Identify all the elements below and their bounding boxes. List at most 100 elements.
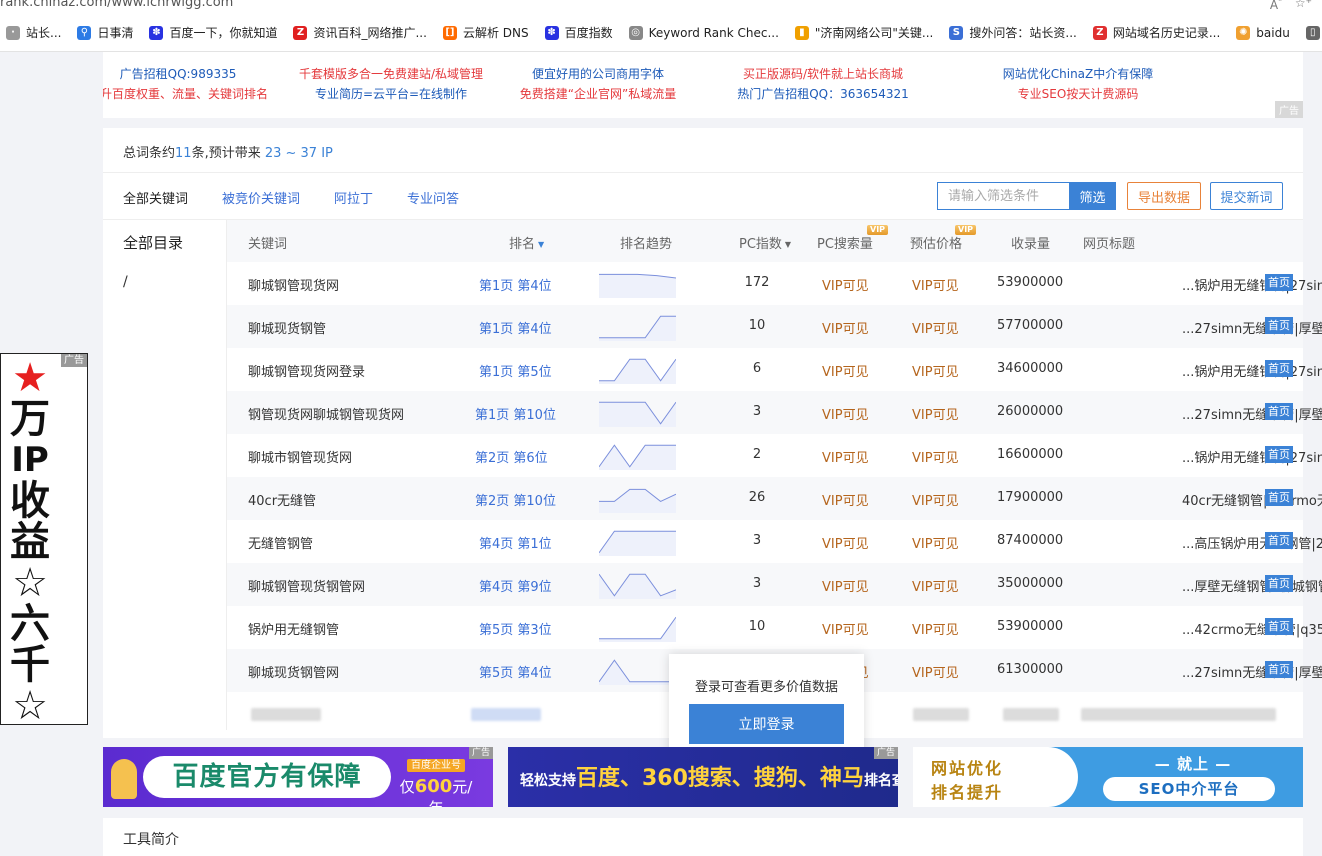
bookmark-item[interactable]: [] 云解析 DNS <box>442 24 529 41</box>
price-cell[interactable]: VIP可见 <box>912 275 959 294</box>
price-cell[interactable]: VIP可见 <box>912 490 959 509</box>
price-cell[interactable]: VIP可见 <box>912 619 959 638</box>
keyword-cell[interactable]: 聊城钢管现货网登录 <box>248 361 365 380</box>
keyword-cell[interactable]: 聊城现货钢管 <box>248 318 326 337</box>
price-cell[interactable]: VIP可见 <box>912 533 959 552</box>
baidu-banner-ad[interactable]: 百度官方有保障 百度企业号 仅600元/年 广告 <box>103 747 493 807</box>
price-cell[interactable]: VIP可见 <box>912 361 959 380</box>
address-bar[interactable]: rank.chinaz.com/www.lchrwlgg.com Aᵃ ☆⁺ <box>0 0 1322 14</box>
rank-cell[interactable]: 第1页 第4位 <box>479 318 552 337</box>
sort-caret-icon[interactable]: ▼ <box>785 240 791 249</box>
home-page-badge[interactable]: 首页 <box>1265 403 1293 420</box>
bookmark-item[interactable]: ▯谷 <box>1305 24 1322 41</box>
bookmark-item[interactable]: Z 网站域名历史记录... <box>1092 24 1220 41</box>
keyword-cell[interactable]: 聊城钢管现货钢管网 <box>248 576 365 595</box>
price-cell[interactable]: VIP可见 <box>912 318 959 337</box>
home-page-badge[interactable]: 首页 <box>1265 360 1293 377</box>
text-ad-link[interactable]: 热门广告招租QQ：363654321 <box>703 84 943 104</box>
rank-cell[interactable]: 第5页 第4位 <box>479 662 552 681</box>
rank-trend-sparkline[interactable] <box>599 399 676 427</box>
bookmark-item[interactable]: ⚲ 日事清 <box>77 24 133 41</box>
bookmark-item[interactable]: ◎ Keyword Rank Chec... <box>628 25 779 40</box>
pc-search-cell[interactable]: VIP可见 <box>822 619 869 638</box>
pc-search-cell[interactable]: VIP可见 <box>822 361 869 380</box>
rank-cell[interactable]: 第1页 第10位 <box>475 404 556 423</box>
login-button[interactable]: 立即登录 <box>689 704 844 744</box>
keyword-cell[interactable]: 钢管现货网聊城钢管现货网 <box>248 404 404 423</box>
header-pc-index[interactable]: PC指数 ▼ <box>739 233 791 252</box>
rank-trend-sparkline[interactable] <box>599 614 676 642</box>
text-ad-link[interactable]: 提升百度权重、流量、关键词排名 <box>103 84 298 104</box>
pc-search-cell[interactable]: VIP可见 <box>822 275 869 294</box>
text-ad-link[interactable]: 免费搭建“企业官网”私域流量 <box>478 84 718 104</box>
tab-3[interactable]: 专业问答 <box>407 188 459 207</box>
pc-search-cell[interactable]: VIP可见 <box>822 533 869 552</box>
bookmark-item[interactable]: ✽ 百度一下，你就知道 <box>149 24 277 41</box>
rank-cell[interactable]: 第4页 第1位 <box>479 533 552 552</box>
pc-search-cell[interactable]: VIP可见 <box>822 318 869 337</box>
text-ad-link[interactable]: 专业SEO按天计费源码 <box>958 84 1198 104</box>
seo-banner-ad[interactable]: 网站优化 排名提升 — 就上 — SEO中介平台 <box>913 747 1303 807</box>
home-page-badge[interactable]: 首页 <box>1265 575 1293 592</box>
filter-button[interactable]: 筛选 <box>1069 182 1116 210</box>
text-ad-link[interactable]: 广告招租QQ:989335 <box>103 64 298 84</box>
reader-mode-icon[interactable]: Aᵃ <box>1270 0 1282 12</box>
rank-cell[interactable]: 第1页 第4位 <box>479 275 552 294</box>
home-page-badge[interactable]: 首页 <box>1265 317 1293 334</box>
search-engines-banner-ad[interactable]: 轻松支持百度、360搜索、搜狗、神马排名查询 广告 <box>508 747 898 807</box>
tab-0[interactable]: 全部关键词 <box>123 188 188 207</box>
bookmark-item[interactable]: S 搜外问答：站长资... <box>949 24 1077 41</box>
favorites-add-icon[interactable]: ☆⁺ <box>1295 0 1312 10</box>
bookmark-item[interactable]: ✺ baidu <box>1236 25 1290 40</box>
home-page-badge[interactable]: 首页 <box>1265 489 1293 506</box>
home-page-badge[interactable]: 首页 <box>1265 446 1293 463</box>
keyword-cell[interactable]: 无缝管钢管 <box>248 533 313 552</box>
tab-2[interactable]: 阿拉丁 <box>334 188 373 207</box>
text-ad-link[interactable]: 专业简历=云平台=在线制作 <box>271 84 511 104</box>
url-text[interactable]: rank.chinaz.com/www.lchrwlgg.com <box>0 0 233 10</box>
home-page-badge[interactable]: 首页 <box>1265 618 1293 635</box>
bookmark-item[interactable]: ▮ "济南网络公司"关键... <box>794 24 933 41</box>
sort-caret-icon[interactable]: ▼ <box>538 240 544 249</box>
pc-search-cell[interactable]: VIP可见 <box>822 404 869 423</box>
text-ad-link[interactable]: 买正版源码/软件就上站长商城 <box>703 64 943 84</box>
home-page-badge[interactable]: 首页 <box>1265 532 1293 549</box>
keyword-cell[interactable]: 锅炉用无缝钢管 <box>248 619 339 638</box>
rank-trend-sparkline[interactable] <box>599 528 676 556</box>
tab-1[interactable]: 被竞价关键词 <box>222 188 300 207</box>
pc-search-cell[interactable]: VIP可见 <box>822 576 869 595</box>
bookmark-item[interactable]: Z 资讯百科_网络推广... <box>293 24 427 41</box>
bookmark-item[interactable]: · 站长... <box>6 24 61 41</box>
filter-input[interactable] <box>937 182 1070 210</box>
rank-cell[interactable]: 第2页 第6位 <box>475 447 548 466</box>
rank-trend-sparkline[interactable] <box>599 356 676 384</box>
rank-cell[interactable]: 第1页 第5位 <box>479 361 552 380</box>
bookmark-item[interactable]: ✽ 百度指数 <box>544 24 613 41</box>
rank-trend-sparkline[interactable] <box>599 657 676 685</box>
rank-trend-sparkline[interactable] <box>599 313 676 341</box>
pc-search-cell[interactable]: VIP可见 <box>822 447 869 466</box>
submit-new-keyword-button[interactable]: 提交新词 <box>1210 182 1283 210</box>
home-page-badge[interactable]: 首页 <box>1265 661 1293 678</box>
rank-trend-sparkline[interactable] <box>599 485 676 513</box>
text-ad-link[interactable]: 网站优化ChinaZ中介有保障 <box>958 64 1198 84</box>
rank-cell[interactable]: 第5页 第3位 <box>479 619 552 638</box>
rank-cell[interactable]: 第4页 第9位 <box>479 576 552 595</box>
keyword-cell[interactable]: 聊城现货钢管网 <box>248 662 339 681</box>
keyword-cell[interactable]: 40cr无缝管 <box>248 490 316 509</box>
export-data-button[interactable]: 导出数据 <box>1127 182 1201 210</box>
rank-trend-sparkline[interactable] <box>599 442 676 470</box>
keyword-cell[interactable]: 聊城市钢管现货网 <box>248 447 352 466</box>
catalog-root-item[interactable]: / <box>123 274 128 290</box>
price-cell[interactable]: VIP可见 <box>912 662 959 681</box>
rank-trend-sparkline[interactable] <box>599 270 676 298</box>
text-ad-link[interactable]: 便宜好用的公司商用字体 <box>478 64 718 84</box>
home-page-badge[interactable]: 首页 <box>1265 274 1293 291</box>
pc-search-cell[interactable]: VIP可见 <box>822 490 869 509</box>
price-cell[interactable]: VIP可见 <box>912 447 959 466</box>
text-ad-link[interactable]: 千套模版多合一免费建站/私域管理 <box>271 64 511 84</box>
price-cell[interactable]: VIP可见 <box>912 404 959 423</box>
header-rank[interactable]: 排名 ▼ <box>509 233 544 252</box>
side-ad[interactable]: 广告 ★ 万 IP 收益 ☆ 六千 ☆ <box>0 353 88 727</box>
rank-trend-sparkline[interactable] <box>599 571 676 599</box>
